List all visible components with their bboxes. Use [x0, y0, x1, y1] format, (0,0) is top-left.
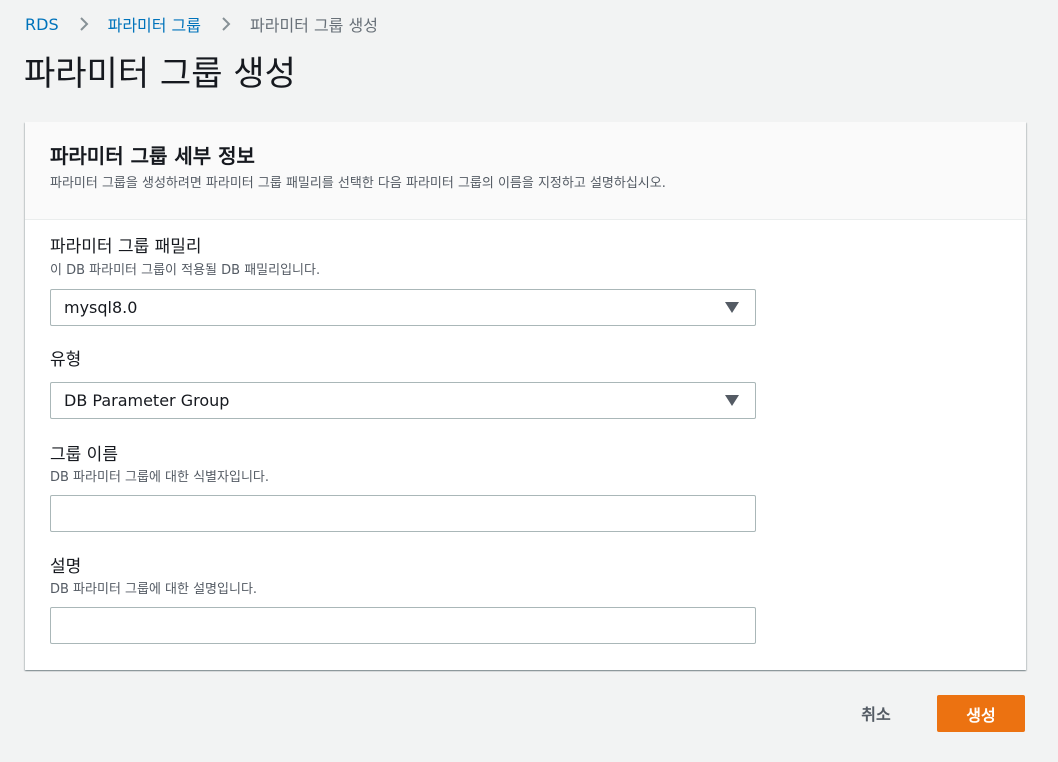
breadcrumb: RDS 파라미터 그룹 파라미터 그룹 생성	[25, 12, 378, 36]
group-name-input[interactable]	[50, 495, 756, 532]
type-label: 유형	[50, 350, 82, 370]
description-label: 설명	[50, 557, 82, 577]
chevron-right-icon	[222, 17, 231, 31]
breadcrumb-current: 파라미터 그룹 생성	[250, 16, 378, 35]
family-label: 파라미터 그룹 패밀리	[50, 237, 202, 257]
group-name-description: DB 파라미터 그룹에 대한 식별자입니다.	[50, 470, 269, 485]
panel-header: 파라미터 그룹 세부 정보 파라미터 그룹을 생성하려면 파라미터 그룹 패밀리…	[25, 122, 1026, 220]
type-select-value: DB Parameter Group	[64, 391, 230, 410]
type-select[interactable]: DB Parameter Group	[50, 382, 756, 419]
description-input[interactable]	[50, 607, 756, 644]
panel-description: 파라미터 그룹을 생성하려면 파라미터 그룹 패밀리를 선택한 다음 파라미터 …	[50, 176, 666, 191]
description-description: DB 파라미터 그룹에 대한 설명입니다.	[50, 582, 258, 597]
caret-down-icon	[725, 395, 739, 406]
page-title: 파라미터 그룹 생성	[24, 54, 296, 94]
breadcrumb-rds[interactable]: RDS	[25, 15, 59, 34]
parameter-group-details-panel: 파라미터 그룹 세부 정보 파라미터 그룹을 생성하려면 파라미터 그룹 패밀리…	[25, 122, 1026, 670]
family-select-value: mysql8.0	[64, 298, 138, 317]
group-name-label: 그룹 이름	[50, 445, 118, 465]
caret-down-icon	[725, 302, 739, 313]
breadcrumb-parameter-groups[interactable]: 파라미터 그룹	[108, 12, 201, 36]
family-description: 이 DB 파라미터 그룹이 적용될 DB 패밀리입니다.	[50, 263, 321, 278]
cancel-button[interactable]: 취소	[840, 694, 912, 732]
chevron-right-icon	[79, 17, 89, 31]
create-button[interactable]: 생성	[937, 695, 1025, 732]
family-select[interactable]: mysql8.0	[50, 289, 756, 326]
panel-title: 파라미터 그룹 세부 정보	[50, 144, 255, 168]
